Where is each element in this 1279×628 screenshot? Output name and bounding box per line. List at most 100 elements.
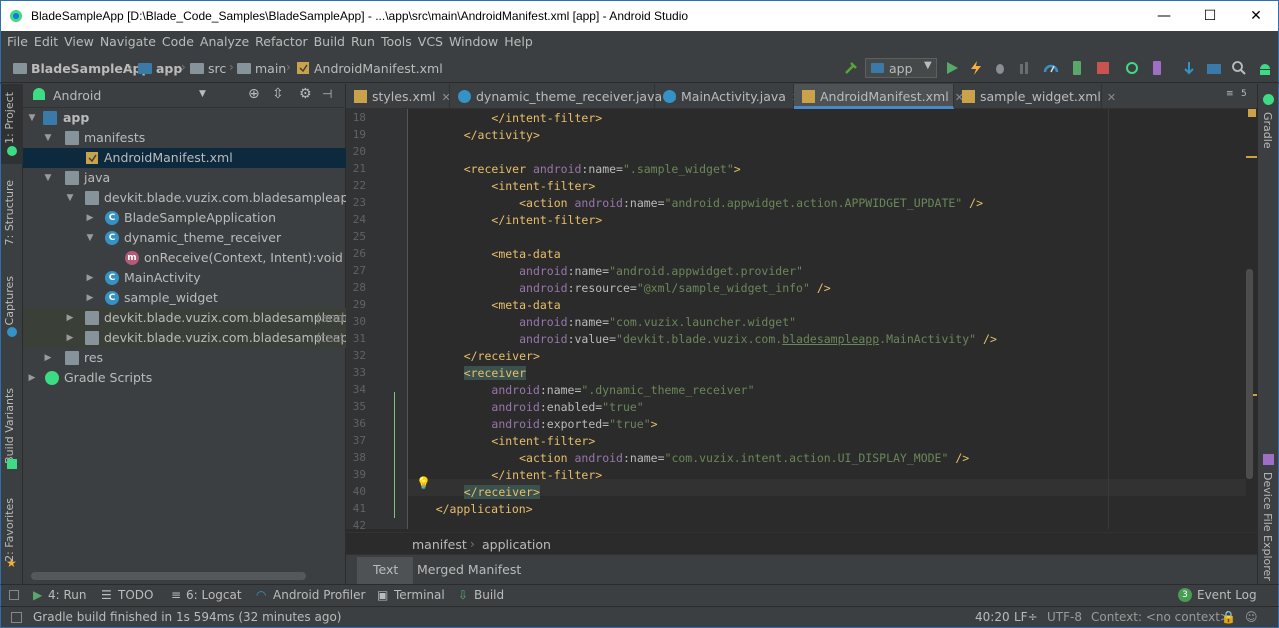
scrollbar-thumb[interactable] <box>1246 269 1253 479</box>
chevron-right-icon[interactable]: ▶ <box>65 328 75 348</box>
gear-icon[interactable]: ⚙ <box>299 86 312 102</box>
tree-item-package-androidtest[interactable]: ▶ devkit.blade.vuzix.com.bladesampleapp … <box>23 308 356 328</box>
tool-logcat[interactable]: 6: Logcat <box>186 588 242 602</box>
make-project-icon[interactable] <box>843 60 859 76</box>
breadcrumb-app[interactable]: app <box>156 61 182 76</box>
file-encoding[interactable]: UTF-8 <box>1047 610 1082 624</box>
tool-build[interactable]: Build <box>474 588 504 602</box>
tree-item-mainactivity[interactable]: ▶ C MainActivity <box>23 268 346 288</box>
xml-crumb-application[interactable]: application <box>482 537 551 552</box>
caret-position[interactable]: 40:20 <box>975 610 1010 624</box>
tab-project[interactable]: 1: Project <box>3 92 16 144</box>
code-line[interactable]: </receiver> <box>436 349 540 363</box>
close-button[interactable]: ✕ <box>1233 1 1279 32</box>
tab-merged-manifest[interactable]: Merged Manifest <box>417 562 521 577</box>
chevron-down-icon[interactable]: ▼ <box>27 108 37 128</box>
code-line[interactable]: <action android:name="com.vuzix.intent.a… <box>436 451 969 465</box>
maximize-button[interactable]: ☐ <box>1187 1 1233 32</box>
tab-sample-widget-xml[interactable]: sample_widget.xml ✕ <box>954 84 1116 109</box>
menu-navigate[interactable]: Navigate <box>94 31 156 53</box>
menu-edit[interactable]: Edit <box>28 31 58 53</box>
attach-debugger-icon[interactable] <box>1017 60 1033 76</box>
menu-help[interactable]: Help <box>498 31 533 53</box>
code-line[interactable]: </intent-filter> <box>436 468 602 482</box>
tree-item-package[interactable]: ▼ devkit.blade.vuzix.com.bladesampleapp <box>23 188 356 208</box>
chevron-right-icon[interactable]: ▶ <box>27 368 37 388</box>
tree-item-app[interactable]: ▼ app <box>23 108 346 128</box>
chevron-right-icon[interactable]: ▶ <box>85 288 95 308</box>
tab-favorites[interactable]: 2: Favorites <box>3 498 16 562</box>
chevron-down-icon[interactable]: ▼ <box>43 128 53 148</box>
sdk-manager-icon[interactable] <box>1181 60 1197 76</box>
chevron-right-icon[interactable]: ▶ <box>43 348 53 368</box>
tool-event-log[interactable]: Event Log <box>1197 588 1257 602</box>
toggle-tool-windows-icon[interactable] <box>9 590 19 600</box>
menu-run[interactable]: Run <box>345 31 375 53</box>
code-line[interactable]: android:exported="true"> <box>436 417 657 431</box>
profiler-icon[interactable] <box>1043 60 1059 76</box>
code-line[interactable]: android:value="devkit.blade.vuzix.com.bl… <box>436 332 997 346</box>
collapse-all-icon[interactable]: ⇳ <box>272 86 284 102</box>
tree-item-onreceive[interactable]: m onReceive(Context, Intent):void <box>23 248 346 268</box>
menu-analyze[interactable]: Analyze <box>194 31 249 53</box>
menu-code[interactable]: Code <box>156 31 194 53</box>
tree-item-res[interactable]: ▶ res <box>23 348 346 368</box>
tree-item-sample-widget[interactable]: ▶ C sample_widget <box>23 288 346 308</box>
stop-icon[interactable] <box>1095 60 1111 76</box>
chevron-down-icon[interactable]: ▼ <box>85 228 95 248</box>
project-structure-icon[interactable] <box>1206 60 1222 76</box>
inspection-status-icon[interactable] <box>1248 109 1256 117</box>
code-line[interactable]: </intent-filter> <box>436 213 602 227</box>
tab-structure[interactable]: 7: Structure <box>3 180 16 245</box>
horizontal-scrollbar[interactable] <box>31 572 306 580</box>
close-icon[interactable]: ✕ <box>1107 91 1116 104</box>
debug-icon[interactable] <box>992 60 1008 76</box>
code-line[interactable]: <intent-filter> <box>436 179 595 193</box>
lock-icon[interactable]: 🔒 <box>1221 610 1236 624</box>
code-line[interactable]: <intent-filter> <box>436 434 595 448</box>
chevron-down-icon[interactable]: ▼ <box>65 188 75 208</box>
code-line[interactable]: android:name=".dynamic_theme_receiver" <box>436 383 754 397</box>
chevron-right-icon[interactable]: ▶ <box>85 268 95 288</box>
line-separator[interactable]: LF÷ <box>1014 610 1038 624</box>
tool-todo[interactable]: TODO <box>118 588 153 602</box>
run-icon[interactable] <box>944 60 960 76</box>
tab-captures[interactable]: Captures <box>3 276 16 325</box>
inspector-icon[interactable]: ☺ <box>1245 610 1258 624</box>
tab-androidmanifest[interactable]: AndroidManifest.xml ✕ <box>794 84 964 109</box>
search-icon[interactable] <box>1231 60 1247 76</box>
code-line[interactable]: <action android:name="android.appwidget.… <box>436 196 983 210</box>
tree-item-manifests[interactable]: ▼ manifests <box>23 128 346 148</box>
breadcrumb-src[interactable]: src <box>208 61 226 76</box>
tab-styles-xml[interactable]: styles.xml ✕ <box>346 84 451 109</box>
tool-android-profiler[interactable]: Android Profiler <box>273 588 365 602</box>
code-line[interactable]: <meta-data <box>436 298 560 312</box>
tabs-overflow-icon[interactable]: ≡ <box>1226 89 1234 99</box>
sync-gradle-icon[interactable] <box>1124 60 1140 76</box>
tab-device-file-explorer[interactable]: Device File Explorer <box>1261 472 1274 581</box>
chevron-down-icon[interactable]: ▼ <box>43 168 53 188</box>
tab-gradle[interactable]: Gradle <box>1261 112 1274 149</box>
status-icon[interactable] <box>11 612 22 623</box>
chevron-right-icon[interactable]: ▶ <box>65 308 75 328</box>
tab-dynamic-theme-receiver[interactable]: dynamic_theme_receiver.java✕ <box>450 84 677 109</box>
tool-terminal[interactable]: Terminal <box>394 588 445 602</box>
lightbulb-icon[interactable]: 💡 <box>416 476 431 490</box>
project-view-select[interactable]: Android <box>53 88 101 103</box>
code-line[interactable]: <receiver <box>436 366 527 380</box>
avd-manager-icon[interactable] <box>1149 60 1165 76</box>
breadcrumb-main[interactable]: main <box>255 61 286 76</box>
tool-run[interactable]: 4: Run <box>48 588 87 602</box>
code-line[interactable]: android:name="android.appwidget.provider… <box>436 264 803 278</box>
menu-refactor[interactable]: Refactor <box>249 31 307 53</box>
menu-build[interactable]: Build <box>308 31 345 53</box>
context-indicator[interactable]: Context: <no context> <box>1091 610 1230 624</box>
minimize-button[interactable]: — <box>1141 1 1187 32</box>
code-line[interactable]: android:name="com.vuzix.launcher.widget" <box>436 315 796 329</box>
status-message[interactable]: Gradle build finished in 1s 594ms (32 mi… <box>33 610 342 624</box>
tree-item-androidmanifest[interactable]: AndroidManifest.xml <box>23 148 346 168</box>
apply-changes-icon[interactable] <box>968 60 984 76</box>
xml-crumb-manifest[interactable]: manifest <box>412 537 467 552</box>
tree-item-dynamic-theme-receiver[interactable]: ▼ C dynamic_theme_receiver <box>23 228 346 248</box>
tab-build-variants[interactable]: Build Variants <box>3 388 16 464</box>
